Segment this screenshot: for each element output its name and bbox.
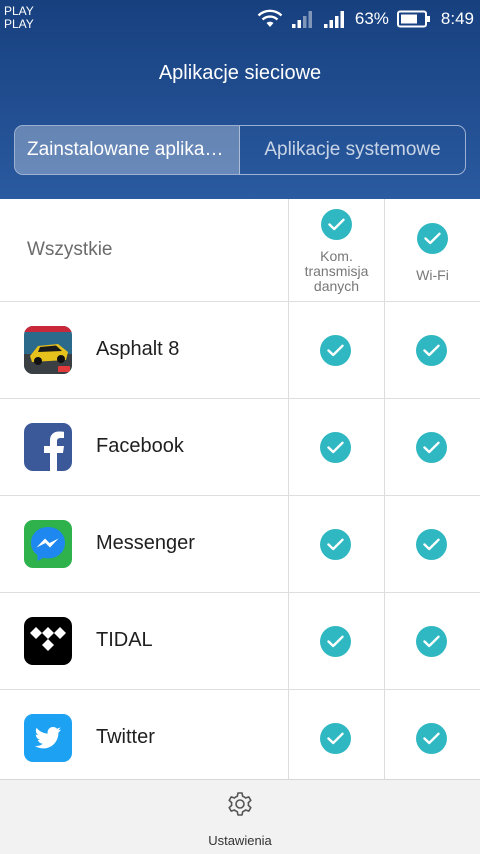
checkmark-icon: [423, 441, 440, 454]
twitter-icon: [24, 714, 72, 762]
checkmark-icon: [423, 538, 440, 551]
mobile-data-column-label: Kom. transmisja danych: [304, 248, 369, 294]
carrier-line-2: PLAY: [4, 17, 34, 31]
checkmark-icon: [327, 441, 344, 454]
app-permissions-table: Wszystkie Kom. transmisja danych Wi-Fi A…: [0, 199, 480, 779]
signal-icon: [323, 9, 347, 29]
wifi-checkbox[interactable]: [416, 335, 447, 366]
carrier-label: PLAY PLAY: [4, 5, 34, 31]
all-apps-label: Wszystkie: [27, 239, 113, 260]
checkmark-icon: [327, 344, 344, 357]
tab-system-apps[interactable]: Aplikacje systemowe: [240, 126, 465, 174]
tab-installed-apps-label: Zainstalowane aplikacje: [27, 139, 227, 160]
clock: 8:49: [440, 9, 474, 28]
tidal-icon: [24, 617, 72, 665]
battery-icon: [396, 10, 431, 28]
wifi-checkbox[interactable]: [416, 432, 447, 463]
app-name: TIDAL: [96, 629, 153, 651]
wifi-checkbox[interactable]: [416, 529, 447, 560]
messenger-icon: [24, 520, 72, 568]
status-bar: PLAY PLAY 63% 8:49: [0, 0, 480, 38]
tab-switcher: Zainstalowane aplikacje Aplikacje system…: [14, 125, 466, 175]
wifi-icon: [257, 9, 283, 29]
app-name: Twitter: [96, 726, 155, 748]
mobile-data-all-toggle[interactable]: [321, 209, 352, 240]
app-name: Messenger: [96, 532, 195, 554]
wifi-checkbox[interactable]: [416, 626, 447, 657]
tab-installed-apps[interactable]: Zainstalowane aplikacje: [15, 126, 240, 174]
mobile-data-column-header: Kom. transmisja danych: [289, 199, 384, 302]
checkmark-icon: [327, 732, 344, 745]
signal-icon: [291, 9, 315, 29]
table-row: TIDAL: [0, 593, 480, 690]
facebook-icon: [24, 423, 72, 471]
bottom-action-bar: Ustawienia: [0, 779, 480, 854]
settings-button[interactable]: Ustawienia: [190, 790, 290, 850]
checkmark-icon: [327, 538, 344, 551]
tab-system-apps-label: Aplikacje systemowe: [264, 139, 441, 160]
wifi-checkbox[interactable]: [416, 723, 447, 754]
table-row: Messenger: [0, 496, 480, 593]
status-icons: 63% 8:49: [257, 8, 474, 30]
checkmark-icon: [327, 635, 344, 648]
app-header: PLAY PLAY 63% 8:49 Aplikacje sieciowe Za…: [0, 0, 480, 199]
page-title: Aplikacje sieciowe: [158, 62, 322, 84]
mobile-data-checkbox[interactable]: [320, 626, 351, 657]
checkmark-icon: [423, 635, 440, 648]
mobile-data-checkbox[interactable]: [320, 432, 351, 463]
table-row: Asphalt 8: [0, 302, 480, 399]
app-name: Asphalt 8: [96, 338, 180, 360]
table-header-row: Wszystkie Kom. transmisja danych Wi-Fi: [0, 199, 480, 302]
checkmark-icon: [424, 232, 441, 245]
mobile-data-checkbox[interactable]: [320, 335, 351, 366]
settings-label: Ustawienia: [208, 833, 272, 848]
table-row: Facebook: [0, 399, 480, 496]
wifi-all-toggle[interactable]: [417, 223, 448, 254]
asphalt-8-icon: [24, 326, 72, 374]
table-row: Twitter: [0, 690, 480, 779]
mobile-data-checkbox[interactable]: [320, 723, 351, 754]
mobile-data-checkbox[interactable]: [320, 529, 351, 560]
checkmark-icon: [423, 732, 440, 745]
checkmark-icon: [423, 344, 440, 357]
app-name: Facebook: [96, 435, 184, 457]
battery-percent: 63%: [354, 9, 389, 28]
wifi-column-header: Wi-Fi: [385, 199, 480, 302]
wifi-column-label: Wi-Fi: [416, 267, 449, 283]
checkmark-icon: [328, 218, 345, 231]
gear-icon: [226, 790, 254, 823]
